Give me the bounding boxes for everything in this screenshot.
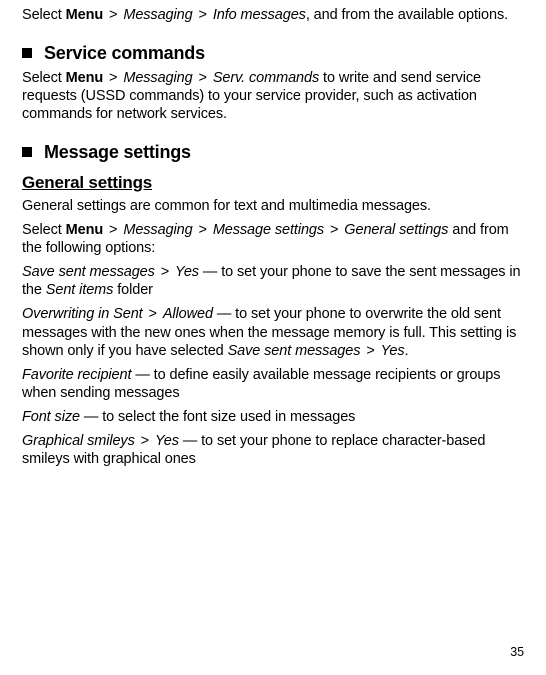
section-heading-message-settings: Message settings <box>22 141 526 164</box>
gt: > <box>193 7 213 23</box>
message-settings-label: Message settings <box>213 222 324 238</box>
subsection-heading-general-settings: General settings <box>22 172 526 193</box>
serv-commands-label: Serv. commands <box>213 70 319 86</box>
option-save-sent-messages: Save sent messages > Yes — to set your p… <box>22 263 526 299</box>
service-commands-paragraph: Select Menu > Messaging > Serv. commands… <box>22 69 526 123</box>
option-label: Save sent messages <box>22 264 155 280</box>
general-settings-path: Select Menu > Messaging > Message settin… <box>22 221 526 257</box>
messaging-label: Messaging <box>123 222 192 238</box>
gt: > <box>360 343 380 359</box>
heading-text: Service commands <box>44 42 205 65</box>
gt: > <box>103 222 123 238</box>
page-number: 35 <box>510 645 524 661</box>
text: . <box>405 343 409 359</box>
text: Select <box>22 222 66 238</box>
general-settings-label: General settings <box>344 222 448 238</box>
option-label: Graphical smileys <box>22 433 135 449</box>
general-settings-intro: General settings are common for text and… <box>22 197 526 215</box>
section-heading-service-commands: Service commands <box>22 42 526 65</box>
gt: > <box>193 222 213 238</box>
option-value: Yes <box>175 264 199 280</box>
messaging-label: Messaging <box>123 70 192 86</box>
text: , and from the available options. <box>306 7 508 23</box>
option-favorite-recipient: Favorite recipient — to define easily av… <box>22 366 526 402</box>
square-bullet-icon <box>22 48 32 58</box>
text: — to select the font size used in messag… <box>80 409 355 425</box>
option-value: Yes <box>155 433 179 449</box>
text: Select <box>22 7 66 23</box>
gt: > <box>324 222 344 238</box>
option-overwriting-in-sent: Overwriting in Sent > Allowed — to set y… <box>22 305 526 359</box>
option-value: Allowed <box>163 306 213 322</box>
messaging-label: Messaging <box>123 7 192 23</box>
ref-label: Save sent messages <box>228 343 361 359</box>
text: folder <box>113 282 153 298</box>
gt: > <box>103 70 123 86</box>
square-bullet-icon <box>22 147 32 157</box>
ref-value: Yes <box>381 343 405 359</box>
gt: > <box>143 306 163 322</box>
menu-label: Menu <box>66 7 103 23</box>
heading-text: Message settings <box>44 141 191 164</box>
gt: > <box>155 264 175 280</box>
gt: > <box>103 7 123 23</box>
option-font-size: Font size — to select the font size used… <box>22 408 526 426</box>
menu-label: Menu <box>66 70 103 86</box>
option-graphical-smileys: Graphical smileys > Yes — to set your ph… <box>22 432 526 468</box>
menu-label: Menu <box>66 222 103 238</box>
gt: > <box>193 70 213 86</box>
option-label: Favorite recipient <box>22 367 131 383</box>
option-label: Font size <box>22 409 80 425</box>
sent-items-label: Sent items <box>46 282 114 298</box>
info-messages-label: Info messages <box>213 7 306 23</box>
option-label: Overwriting in Sent <box>22 306 143 322</box>
top-info-messages-line: Select Menu > Messaging > Info messages,… <box>22 6 526 24</box>
text: Select <box>22 70 66 86</box>
gt: > <box>135 433 155 449</box>
